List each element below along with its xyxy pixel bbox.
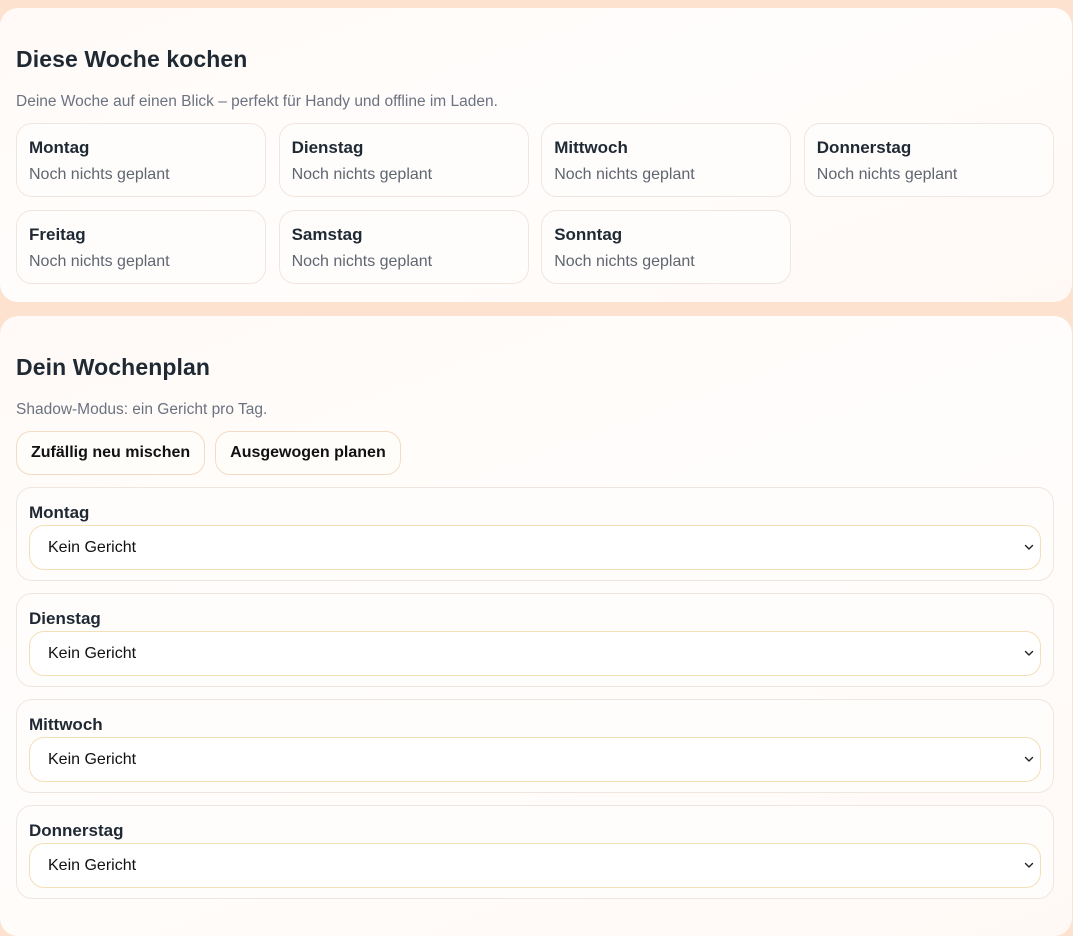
plan-list: Montag Kein Gericht Dienstag Kein Gerich… — [16, 487, 1054, 911]
day-status: Noch nichts geplant — [29, 166, 170, 183]
day-status: Noch nichts geplant — [29, 253, 170, 270]
select-value: Kein Gericht — [48, 644, 137, 662]
day-grid: Montag Noch nichts geplant Dienstag Noch… — [16, 123, 1054, 284]
meal-select-montag[interactable]: Kein Gericht — [29, 525, 1041, 570]
chevron-down-icon — [1024, 862, 1034, 868]
day-status: Noch nichts geplant — [291, 166, 433, 183]
day-name: Mittwoch — [554, 138, 628, 157]
meal-select-mittwoch[interactable]: Kein Gericht — [29, 737, 1041, 782]
day-name: Donnerstag — [816, 138, 912, 157]
chevron-down-icon — [1024, 756, 1034, 762]
plan-day-label: Mittwoch — [29, 715, 103, 734]
plan-row-dienstag: Dienstag Kein Gericht — [16, 593, 1054, 687]
day-status: Noch nichts geplant — [554, 166, 695, 183]
chevron-down-icon — [1024, 650, 1034, 656]
meal-select-donnerstag[interactable]: Kein Gericht — [29, 843, 1041, 888]
day-tile-freitag: Freitag Noch nichts geplant — [16, 210, 266, 284]
day-status: Noch nichts geplant — [816, 166, 958, 183]
day-tile-sonntag: Sonntag Noch nichts geplant — [541, 210, 792, 284]
balanced-plan-button[interactable]: Ausgewogen planen — [215, 431, 401, 475]
day-name: Dienstag — [291, 138, 364, 157]
plan-day-label: Donnerstag — [29, 821, 124, 840]
day-tile-donnerstag: Donnerstag Noch nichts geplant — [803, 123, 1054, 197]
day-name: Montag — [29, 138, 90, 157]
plan-day-label: Montag — [29, 503, 90, 522]
day-name: Freitag — [29, 225, 86, 244]
plan-row-montag: Montag Kein Gericht — [16, 487, 1054, 581]
day-tile-montag: Montag Noch nichts geplant — [16, 123, 266, 197]
day-status: Noch nichts geplant — [291, 253, 433, 270]
plan-row-mittwoch: Mittwoch Kein Gericht — [16, 699, 1054, 793]
day-status: Noch nichts geplant — [554, 253, 695, 270]
day-tile-samstag: Samstag Noch nichts geplant — [278, 210, 529, 284]
select-value: Kein Gericht — [48, 750, 137, 768]
week-plan-subtitle: Shadow-Modus: ein Gericht pro Tag. — [16, 401, 268, 418]
week-overview-title: Diese Woche kochen — [16, 46, 248, 72]
chevron-down-icon — [1024, 544, 1034, 550]
select-value: Kein Gericht — [48, 538, 137, 556]
select-value: Kein Gericht — [48, 856, 137, 874]
week-overview-subtitle: Deine Woche auf einen Blick – perfekt fü… — [16, 93, 498, 110]
meal-select-dienstag[interactable]: Kein Gericht — [29, 631, 1041, 676]
plan-row-donnerstag: Donnerstag Kein Gericht — [16, 805, 1054, 899]
week-overview-card: Diese Woche kochen Deine Woche auf einen… — [0, 8, 1072, 302]
shuffle-button[interactable]: Zufällig neu mischen — [16, 431, 206, 475]
week-plan-title: Dein Wochenplan — [16, 354, 211, 380]
plan-actions: Zufällig neu mischen Ausgewogen planen — [16, 431, 401, 475]
day-name: Samstag — [291, 225, 363, 244]
day-tile-dienstag: Dienstag Noch nichts geplant — [278, 123, 529, 197]
week-plan-card: Dein Wochenplan Shadow-Modus: ein Gerich… — [0, 316, 1072, 936]
plan-day-label: Dienstag — [29, 609, 101, 628]
day-name: Sonntag — [554, 225, 623, 244]
day-tile-mittwoch: Mittwoch Noch nichts geplant — [541, 123, 792, 197]
